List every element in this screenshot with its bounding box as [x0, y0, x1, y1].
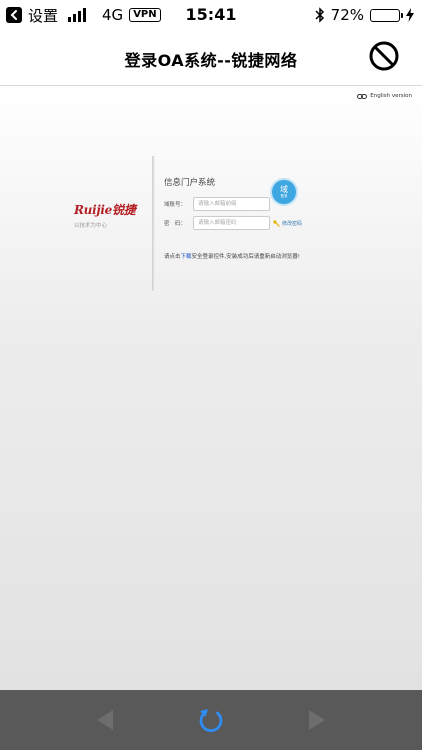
badge-sub: 登录 [280, 193, 288, 198]
password-input[interactable] [193, 216, 270, 230]
bluetooth-icon [315, 7, 324, 23]
english-version-link[interactable]: English version [357, 93, 412, 99]
logo-subtitle: 以技术为中心 [74, 223, 108, 229]
web-content: English version Ruijie锐捷 以技术为中心 信息门户系统 域… [0, 86, 422, 690]
link-icon [357, 93, 368, 99]
key-icon [273, 219, 280, 227]
notice-before: 请点击 [164, 254, 181, 260]
battery-percent: 72% [330, 6, 364, 24]
status-bar: 设置 4G VPN 15:41 72% [0, 0, 422, 30]
change-password-link[interactable]: 修改密码 [273, 219, 303, 227]
back-icon [97, 710, 113, 730]
change-password-label: 修改密码 [282, 220, 303, 227]
password-row: 密 码： 修改密码 [164, 216, 302, 230]
stop-icon[interactable] [368, 40, 400, 72]
login-title: 信息门户系统 [164, 178, 216, 188]
back-button[interactable] [90, 705, 120, 735]
english-version-label: English version [370, 93, 412, 99]
username-row: 域账号： [164, 197, 270, 211]
ruijie-logo: Ruijie锐捷 以技术为中心 [74, 201, 136, 229]
forward-icon [309, 710, 325, 730]
logo-brand: Ruijie锐捷 [74, 203, 136, 217]
domain-login-badge: 域 登录 [272, 180, 296, 204]
reload-icon [199, 709, 223, 732]
vertical-divider [152, 156, 155, 291]
status-right: 72% [315, 5, 414, 25]
download-notice: 请点击下载安全登录控件,安装成功后请重新启动浏览器! [164, 252, 300, 260]
username-label: 域账号： [164, 202, 187, 208]
charging-bolt-icon [406, 8, 414, 22]
battery-icon [370, 8, 403, 22]
forward-button[interactable] [302, 705, 332, 735]
page-title: 登录OA系统--锐捷网络 [124, 51, 298, 70]
reload-button[interactable] [196, 705, 226, 735]
password-label: 密 码： [164, 221, 187, 227]
username-input[interactable] [193, 197, 270, 211]
download-link[interactable]: 下载 [181, 254, 192, 260]
nav-bar: 登录OA系统--锐捷网络 [0, 30, 422, 86]
browser-toolbar [0, 690, 422, 750]
notice-after: 安全登录控件,安装成功后请重新启动浏览器! [191, 254, 300, 260]
badge-main: 域 [280, 184, 288, 194]
